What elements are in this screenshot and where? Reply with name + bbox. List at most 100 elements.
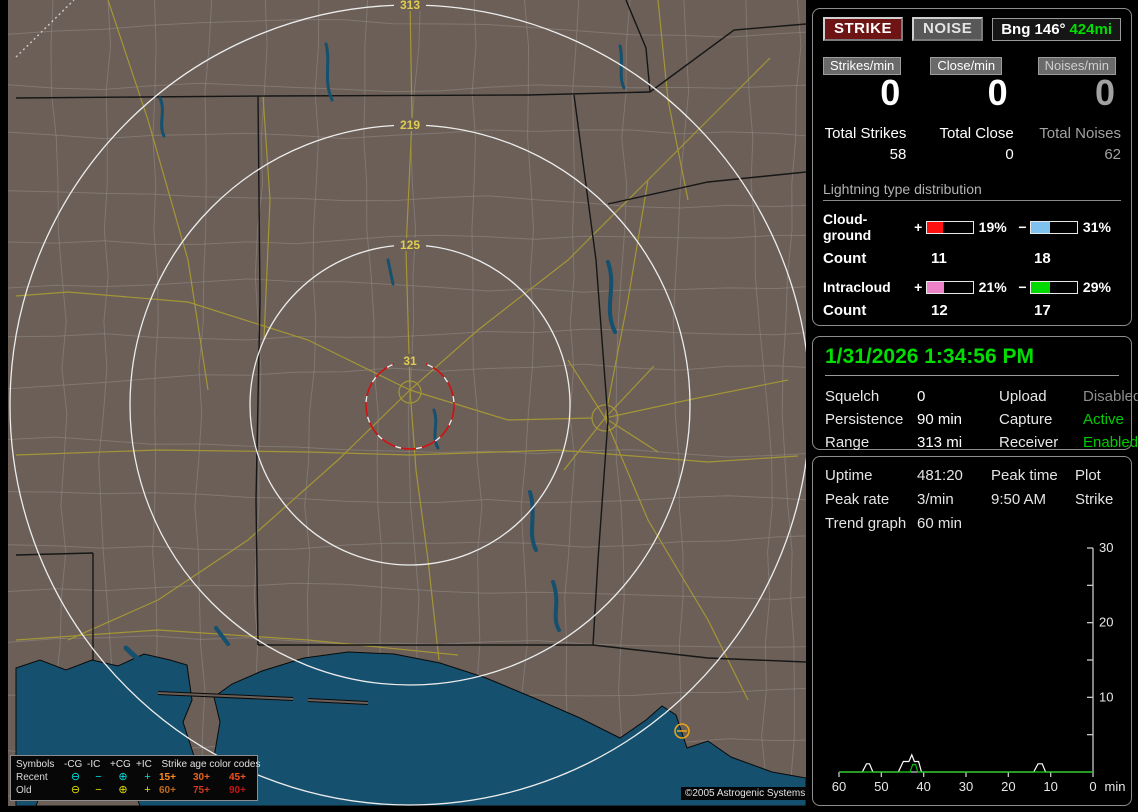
cg-plus-bar [925,220,974,234]
peak-time-label: Peak time [991,467,1058,484]
cg-minus-count: 18 [1034,250,1051,267]
uptime-value: 481:20 [917,467,963,484]
total-close-label: Total Close [939,125,1014,142]
age-90-label: 90+ [229,785,246,796]
cloud-ground-count-row: Count 11 18 [823,250,1121,267]
strike-stats-panel: STRIKE NOISE Bng 146° 424mi Strikes/min … [812,8,1132,326]
ring-label-313: 313 [400,0,420,12]
cloud-ground-label: Cloud-ground [823,211,872,243]
range-label: Range [825,434,870,451]
cg-plus-pct: 19% [978,219,1007,235]
legend-col-pos-cg: +CG [110,759,131,770]
distance-value: 424mi [1069,20,1112,38]
capture-label: Capture [999,411,1053,428]
minus-sign: − [1018,219,1027,235]
noises-per-min-value: 0 [1094,72,1115,113]
age-60-label: 60+ [159,785,176,796]
age-30-label: 30+ [193,772,210,783]
trend-graph-label: Trend graph [825,515,907,532]
pos-ic-old-icon: + [144,784,151,796]
strike-mode-button[interactable]: STRIKE [823,17,904,41]
trend-x-tick: 60 [832,779,846,794]
cg-plus-count: 11 [931,250,947,267]
app-window: { "map": { "ring_labels": ["313", "219",… [0,0,1138,812]
bearing-readout: Bng 146° 424mi [992,17,1121,41]
map-legend: Symbols -CG -IC +CG +IC Strike age color… [10,755,260,801]
total-close-value: 0 [1005,146,1014,163]
bearing-value: Bng 146° [1001,20,1066,38]
upload-status: Disabled [1083,388,1138,405]
neg-ic-old-icon: − [95,784,102,796]
strikes-counter: Strikes/min 0 Total Strikes 58 [823,57,906,163]
trend-graph-value: 60 min [917,515,963,532]
total-strikes-value: 58 [889,146,907,163]
close-per-min-value: 0 [987,72,1008,113]
minus-sign: − [1018,279,1027,295]
ic-minus-bar [1030,280,1078,294]
uptime-label: Uptime [825,467,873,484]
squelch-value: 0 [917,388,926,405]
trend-series-strikes [839,753,1093,773]
legend-row-recent-label: Recent [16,772,48,783]
system-status-panel: 1/31/2026 1:34:56 PM Squelch 0 Upload Di… [812,336,1138,451]
ic-plus-pct: 21% [978,279,1007,295]
copyright-label: ©2005 Astrogenic Systems [681,787,810,800]
trend-x-tick: 50 [874,779,888,794]
map-canvas: 313 219 125 31 [8,0,806,806]
squelch-label: Squelch [825,388,880,405]
ic-plus-bar [925,280,974,294]
trend-x-tick: 30 [959,779,973,794]
intracloud-label: Intracloud [823,279,891,295]
lightning-map[interactable]: 313 219 125 31 Symbols -CG -IC +CG +IC Stri… [8,0,810,806]
age-45-label: 45+ [229,772,246,783]
legend-row-old-label: Old [16,785,32,796]
pos-cg-recent-icon: ⊕ [118,771,128,783]
legend-col-neg-ic: -IC [87,759,101,770]
total-noises-value: 62 [1104,146,1121,163]
trend-y-tick: 20 [1099,615,1113,630]
ring-label-125: 125 [400,238,420,252]
neg-cg-recent-icon: ⊖ [70,771,81,783]
ic-minus-count: 17 [1034,302,1051,319]
noises-counter: Noises/min 0 Total Noises 62 [1037,57,1121,163]
neg-ic-recent-icon: − [95,771,102,783]
legend-col-neg-cg: -CG [64,759,83,770]
intracloud-count-row: Count 12 17 [823,302,1121,319]
trend-y-tick: 30 [1099,542,1113,555]
strikes-per-min-value: 0 [880,72,901,113]
plus-sign: + [914,279,923,295]
peak-rate-label: Peak rate [825,491,890,508]
datetime-display: 1/31/2026 1:34:56 PM [825,345,1119,376]
trend-y-tick: 10 [1099,689,1113,704]
ic-minus-pct: 29% [1082,279,1111,295]
cloud-ground-row: Cloud-ground + 19% − 31% [823,211,1121,243]
cg-minus-bar [1030,220,1078,234]
trend-series-close [839,763,1093,773]
total-strikes-label: Total Strikes [824,125,907,142]
trend-x-unit: min [1105,779,1125,794]
trend-x-tick: 40 [916,779,930,794]
pos-ic-recent-icon: + [144,771,151,783]
intracloud-row: Intracloud + 21% − 29% [823,279,1121,295]
trend-graph: 60 50 40 30 20 10 0 min 10 20 30 [832,542,1125,794]
total-noises-label: Total Noises [1039,125,1121,142]
capture-status: Active [1083,411,1124,428]
peak-time-value: 9:50 AM [991,491,1047,508]
noise-mode-button[interactable]: NOISE [912,17,984,41]
legend-age-header: Strike age color codes [161,759,261,770]
peak-rate-value: 3/min [917,491,954,508]
trend-x-tick: 10 [1043,779,1057,794]
upload-label: Upload [999,388,1047,405]
count-label: Count [823,302,867,319]
age-75-label: 75+ [193,785,210,796]
trend-x-tick: 0 [1089,779,1096,794]
ic-plus-count: 12 [931,302,948,319]
trend-x-tick: 20 [1001,779,1015,794]
ring-label-31: 31 [403,354,417,368]
count-label: Count [823,250,867,267]
plot-label: Plot [1075,467,1101,484]
plus-sign: + [914,219,923,235]
persistence-label: Persistence [825,411,904,428]
receiver-label: Receiver [999,434,1059,451]
trend-panel: Uptime 481:20 Peak time Plot Peak rate 3… [812,456,1132,806]
